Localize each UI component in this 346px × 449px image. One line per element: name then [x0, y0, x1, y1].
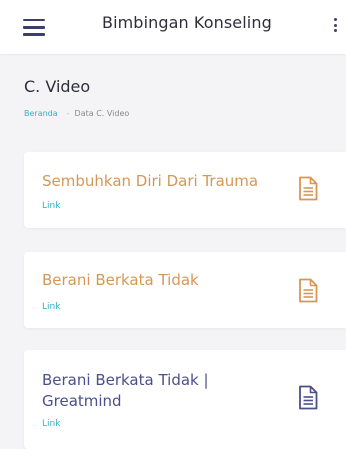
video-title[interactable]: Berani Berkata Tidak [42, 270, 282, 291]
video-link[interactable]: Link [42, 302, 60, 312]
video-card[interactable]: Berani Berkata Tidak Link [24, 252, 346, 328]
breadcrumb-current: Data C. Video [74, 109, 130, 118]
video-link[interactable]: Link [42, 201, 60, 211]
video-title[interactable]: Berani Berkata Tidak | Greatmind [42, 370, 282, 412]
document-icon[interactable] [298, 385, 318, 410]
more-options-icon[interactable] [334, 18, 338, 34]
video-link[interactable]: Link [42, 419, 60, 429]
app-title: Bimbingan Konseling [102, 13, 272, 32]
breadcrumb: Beranda - Data C. Video [24, 109, 129, 118]
breadcrumb-separator: - [66, 109, 70, 118]
video-card[interactable]: Berani Berkata Tidak | Greatmind Link [24, 350, 346, 449]
video-title[interactable]: Sembuhkan Diri Dari Trauma [42, 171, 282, 192]
page-title: C. Video [24, 77, 91, 96]
document-icon[interactable] [298, 278, 318, 303]
video-card[interactable]: Sembuhkan Diri Dari Trauma Link [24, 152, 346, 228]
app-bar: Bimbingan Konseling [0, 0, 346, 54]
hamburger-menu-icon[interactable] [23, 19, 45, 37]
breadcrumb-home-link[interactable]: Beranda [24, 109, 58, 118]
document-icon[interactable] [298, 176, 318, 201]
